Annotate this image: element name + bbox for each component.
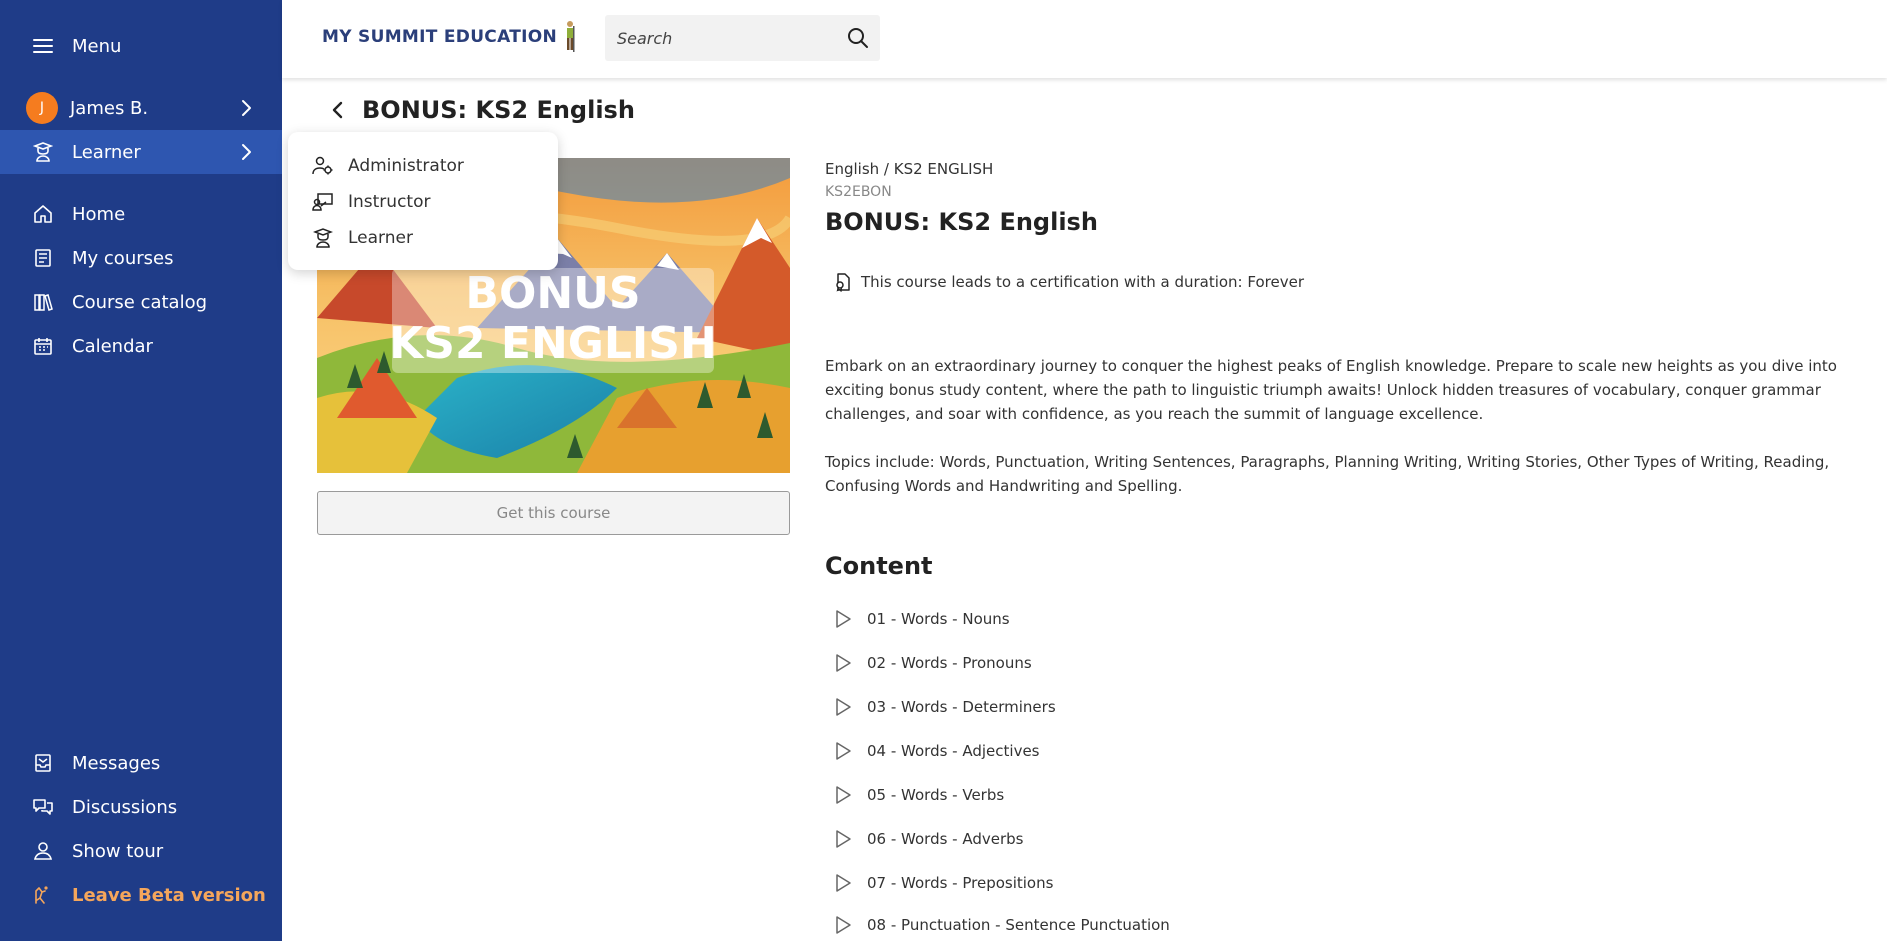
lesson-title: 01 - Words - Nouns xyxy=(867,610,1010,628)
lesson-title: 04 - Words - Adjectives xyxy=(867,742,1040,760)
climber-icon xyxy=(567,21,575,52)
lesson-item[interactable]: 05 - Words - Verbs xyxy=(831,780,1004,810)
role-option-instructor[interactable]: Instructor xyxy=(312,186,430,218)
search-box xyxy=(605,15,880,61)
tour-icon xyxy=(30,838,56,864)
lesson-title: 05 - Words - Verbs xyxy=(867,786,1005,804)
lesson-item[interactable]: 07 - Words - Prepositions xyxy=(831,868,1053,898)
sidebar-item-label: Home xyxy=(72,203,126,225)
book-icon xyxy=(30,245,56,271)
lesson-item[interactable]: 01 - Words - Nouns xyxy=(831,604,1010,634)
sidebar-item-home[interactable]: Home xyxy=(0,192,282,236)
calendar-icon xyxy=(30,333,56,359)
sidebar-item-label: Leave Beta version xyxy=(72,884,266,906)
admin-gear-icon xyxy=(312,155,334,177)
chevron-right-icon xyxy=(242,144,251,160)
lesson-title: 06 - Words - Adverbs xyxy=(867,830,1024,848)
course-code: KS2EBON xyxy=(825,184,892,200)
play-icon xyxy=(836,916,851,934)
sidebar-item-leave-beta[interactable]: Leave Beta version xyxy=(0,873,282,917)
avatar: J xyxy=(26,92,58,124)
content-heading: Content xyxy=(825,552,933,580)
top-bar: MY SUMMIT EDUCATION xyxy=(282,0,1887,78)
learner-icon xyxy=(312,227,334,249)
get-course-button[interactable]: Get this course xyxy=(317,491,790,535)
library-icon xyxy=(30,289,56,315)
page-title: BONUS: KS2 English xyxy=(362,96,635,124)
role-switcher[interactable]: Learner xyxy=(0,130,282,174)
page-header: BONUS: KS2 English xyxy=(326,94,635,126)
play-icon xyxy=(836,742,851,760)
certification-text: This course leads to a certification wit… xyxy=(861,273,1304,291)
back-arrow-icon[interactable] xyxy=(326,98,350,122)
role-dropdown: Administrator Instructor Learner xyxy=(288,132,558,270)
lesson-item[interactable]: 03 - Words - Determiners xyxy=(831,692,1056,722)
beta-icon xyxy=(30,882,56,908)
role-option-label: Instructor xyxy=(348,192,431,212)
chat-icon xyxy=(30,794,56,820)
role-label: Learner xyxy=(72,141,141,163)
play-icon xyxy=(836,874,851,892)
thumbnail-title-line2: KS2 ENGLISH xyxy=(389,318,717,369)
user-profile[interactable]: J James B. xyxy=(0,86,282,130)
lesson-item[interactable]: 02 - Words - Pronouns xyxy=(831,648,1032,678)
sidebar-item-course-catalog[interactable]: Course catalog xyxy=(0,280,282,324)
lesson-title: 02 - Words - Pronouns xyxy=(867,654,1032,672)
sidebar: Menu J James B. Learner Home My courses … xyxy=(0,0,282,941)
menu-toggle[interactable]: Menu xyxy=(0,24,282,68)
chevron-right-icon xyxy=(242,100,251,116)
role-option-label: Administrator xyxy=(348,156,464,176)
instructor-icon xyxy=(312,191,334,213)
inbox-icon xyxy=(30,750,56,776)
breadcrumb: English / KS2 ENGLISH xyxy=(825,160,994,178)
course-title: BONUS: KS2 English xyxy=(825,208,1098,236)
description-paragraph: Embark on an extraordinary journey to co… xyxy=(825,357,1837,423)
play-icon xyxy=(836,654,851,672)
sidebar-item-discussions[interactable]: Discussions xyxy=(0,785,282,829)
description-paragraph: Topics include: Words, Punctuation, Writ… xyxy=(825,453,1830,495)
logo-text: MY SUMMIT EDUCATION xyxy=(322,27,558,47)
role-option-learner[interactable]: Learner xyxy=(312,222,413,254)
role-option-administrator[interactable]: Administrator xyxy=(312,150,464,182)
play-icon xyxy=(836,786,851,804)
sidebar-item-label: Show tour xyxy=(72,840,164,862)
certification-info: This course leads to a certification wit… xyxy=(833,272,1304,292)
user-name: James B. xyxy=(70,97,149,119)
thumbnail-title-line1: BONUS xyxy=(465,268,640,319)
sidebar-item-label: My courses xyxy=(72,247,174,269)
sidebar-item-label: Calendar xyxy=(72,335,153,357)
hamburger-icon xyxy=(30,33,56,59)
lesson-item[interactable]: 04 - Words - Adjectives xyxy=(831,736,1040,766)
sidebar-item-calendar[interactable]: Calendar xyxy=(0,324,282,368)
lesson-title: 03 - Words - Determiners xyxy=(867,698,1056,716)
play-icon xyxy=(836,830,851,848)
sidebar-item-show-tour[interactable]: Show tour xyxy=(0,829,282,873)
play-icon xyxy=(836,698,851,716)
sidebar-item-my-courses[interactable]: My courses xyxy=(0,236,282,280)
search-input[interactable] xyxy=(605,28,835,48)
lesson-title: 07 - Words - Prepositions xyxy=(867,874,1054,892)
logo[interactable]: MY SUMMIT EDUCATION xyxy=(322,20,579,54)
lesson-item[interactable]: 08 - Punctuation - Sentence Punctuation xyxy=(831,910,1170,940)
sidebar-item-label: Discussions xyxy=(72,796,178,818)
course-description: Embark on an extraordinary journey to co… xyxy=(825,354,1840,522)
menu-label: Menu xyxy=(72,35,122,57)
play-icon xyxy=(836,610,851,628)
search-icon[interactable] xyxy=(846,26,870,50)
learner-icon xyxy=(30,139,56,165)
lesson-title: 08 - Punctuation - Sentence Punctuation xyxy=(867,916,1170,934)
sidebar-item-label: Course catalog xyxy=(72,291,208,313)
sidebar-item-messages[interactable]: Messages xyxy=(0,741,282,785)
certificate-icon xyxy=(836,273,850,292)
home-icon xyxy=(30,201,56,227)
lesson-item[interactable]: 06 - Words - Adverbs xyxy=(831,824,1023,854)
sidebar-item-label: Messages xyxy=(72,752,161,774)
role-option-label: Learner xyxy=(348,228,413,248)
